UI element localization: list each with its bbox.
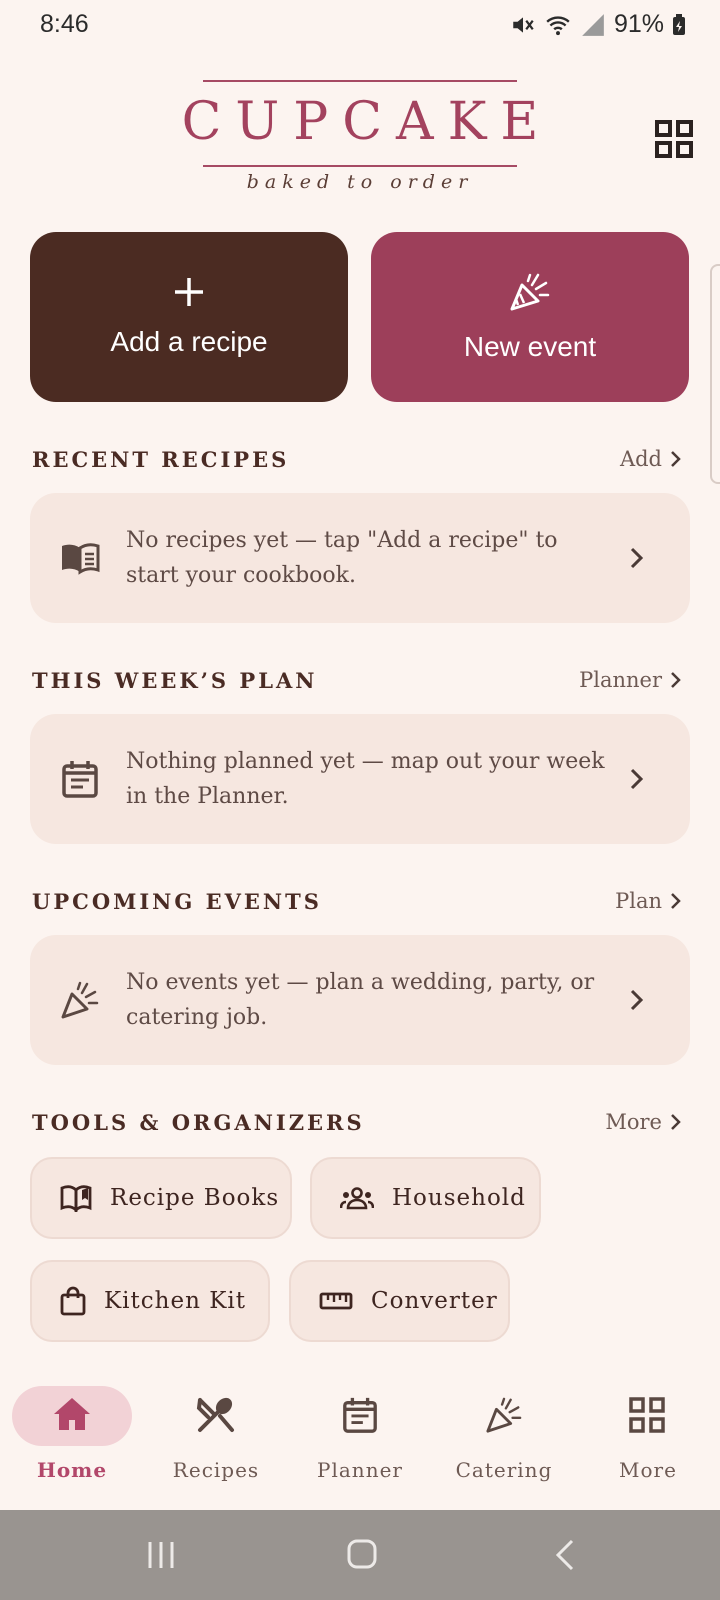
scroll-indicator[interactable] — [710, 264, 720, 484]
section-link-label: Add — [619, 447, 662, 471]
nav-label: Planner — [317, 1458, 403, 1482]
plus-icon — [175, 278, 203, 306]
grid-menu-icon[interactable] — [655, 120, 693, 158]
recent-recipes-card[interactable]: No recipes yet — tap "Add a recipe" to s… — [30, 493, 690, 623]
chevron-right-icon — [630, 989, 644, 1011]
nav-recipes[interactable]: Recipes — [144, 1370, 288, 1490]
plan-link[interactable]: Plan — [615, 889, 682, 913]
section-title: UPCOMING EVENTS — [32, 888, 322, 914]
nav-catering[interactable]: Catering — [432, 1370, 576, 1490]
section-link-label: More — [605, 1110, 662, 1134]
status-time: 8:46 — [40, 10, 89, 38]
signal-icon — [582, 13, 604, 36]
upcoming-events-header: UPCOMING EVENTS Plan — [32, 883, 682, 919]
chevron-right-icon — [630, 547, 644, 569]
converter-chip[interactable]: Converter — [289, 1260, 510, 1342]
nav-home[interactable]: Home — [0, 1370, 144, 1490]
chevron-right-icon — [671, 451, 681, 467]
ruler-icon — [319, 1292, 353, 1310]
grid-icon — [629, 1397, 665, 1433]
weekly-plan-header: THIS WEEK’S PLAN Planner — [32, 662, 682, 698]
tools-header: TOOLS & ORGANIZERS More — [32, 1104, 682, 1140]
nav-label: More — [619, 1458, 677, 1482]
nav-label: Home — [36, 1458, 108, 1482]
add-recipe-button[interactable]: Add a recipe — [30, 232, 348, 402]
party-popper-icon — [61, 981, 99, 1019]
chip-label: Household — [392, 1185, 526, 1211]
chevron-right-icon — [671, 672, 681, 688]
nav-planner[interactable]: Planner — [288, 1370, 432, 1490]
book-icon — [62, 543, 100, 575]
logo-rule-bottom — [203, 165, 517, 167]
section-title: RECENT RECIPES — [32, 446, 290, 472]
card-text: Nothing planned yet — map out your week … — [126, 749, 605, 809]
section-title: TOOLS & ORGANIZERS — [32, 1109, 365, 1135]
battery-icon — [673, 13, 685, 35]
new-event-button[interactable]: New event — [371, 232, 689, 402]
chevron-right-icon — [630, 768, 644, 790]
app-logo-subtitle: baked to order — [246, 171, 474, 193]
more-link[interactable]: More — [605, 1110, 682, 1134]
home-button-icon[interactable] — [346, 1538, 378, 1570]
home-icon — [54, 1398, 90, 1430]
new-event-label: New event — [463, 331, 597, 362]
add-link[interactable]: Add — [620, 447, 682, 471]
mute-icon — [513, 16, 534, 33]
nav-label: Catering — [455, 1458, 553, 1482]
section-link-label: Plan — [615, 889, 662, 913]
party-popper-icon — [510, 273, 550, 311]
shopping-bag-icon — [60, 1286, 86, 1316]
logo-rule-top — [203, 80, 517, 82]
add-recipe-label: Add a recipe — [110, 326, 268, 357]
calendar-icon — [62, 761, 98, 798]
bottom-navigation: Home Recipes Planner Catering More — [0, 1370, 720, 1510]
fork-spoon-icon — [196, 1397, 234, 1432]
section-link-label: Planner — [579, 668, 662, 692]
chip-label: Recipe Books — [110, 1185, 280, 1211]
section-title: THIS WEEK’S PLAN — [32, 667, 318, 693]
planner-link[interactable]: Planner — [579, 668, 682, 692]
weekly-plan-card[interactable]: Nothing planned yet — map out your week … — [30, 714, 690, 844]
back-icon[interactable] — [554, 1538, 576, 1572]
chip-label: Kitchen Kit — [104, 1288, 246, 1314]
upcoming-events-card[interactable]: No events yet — plan a wedding, party, o… — [30, 935, 690, 1065]
nav-label: Recipes — [172, 1458, 260, 1482]
party-popper-icon — [486, 1397, 522, 1433]
kitchen-kit-chip[interactable]: Kitchen Kit — [30, 1260, 270, 1342]
card-text: No recipes yet — tap "Add a recipe" to s… — [126, 528, 558, 588]
household-chip[interactable]: Household — [310, 1157, 541, 1239]
nav-more[interactable]: More — [576, 1370, 720, 1490]
chevron-right-icon — [671, 1114, 681, 1130]
app-logo-title: CUPCAKE — [181, 92, 553, 152]
system-navigation-bar — [0, 1510, 720, 1600]
chevron-right-icon — [671, 893, 681, 909]
group-icon — [340, 1187, 374, 1210]
chip-label: Converter — [371, 1288, 498, 1314]
calendar-icon — [343, 1397, 377, 1433]
open-book-icon — [60, 1185, 92, 1212]
status-icons: 91% — [510, 10, 686, 39]
recent-recipes-header: RECENT RECIPES Add — [32, 441, 682, 477]
recipe-books-chip[interactable]: Recipe Books — [30, 1157, 292, 1239]
card-text: No events yet — plan a wedding, party, o… — [126, 970, 595, 1030]
recent-apps-icon[interactable] — [146, 1540, 176, 1570]
battery-percent: 91% — [613, 10, 664, 38]
wifi-icon — [546, 15, 570, 35]
